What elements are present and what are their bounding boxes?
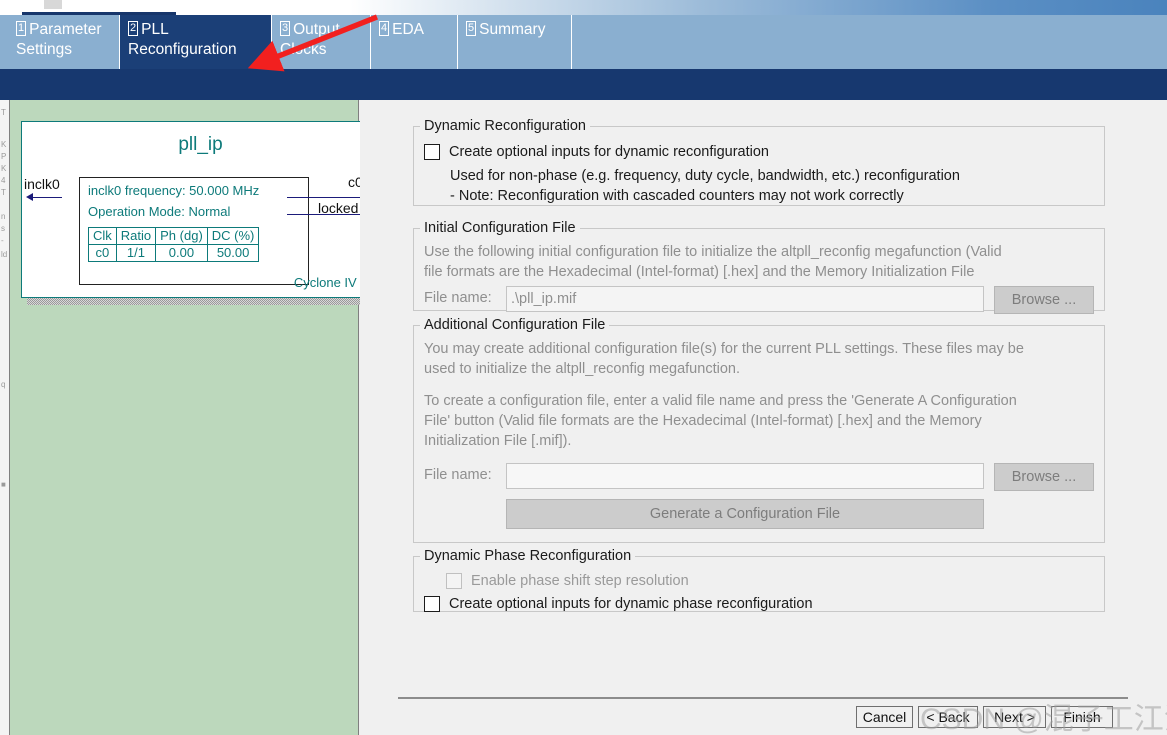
tabbar-filler: [572, 15, 1167, 69]
additional-config-p1-line2: used to initialize the altpll_reconfig m…: [424, 361, 740, 377]
additional-config-p1-line1: You may create additional configuration …: [424, 341, 1024, 357]
tab-number-1: 1: [16, 21, 27, 36]
initial-config-desc-1: Use the following initial configuration …: [424, 244, 1002, 260]
cell-ratio: 1/1: [115, 244, 157, 262]
cancel-button[interactable]: Cancel: [856, 706, 913, 728]
finish-button[interactable]: Finish: [1051, 706, 1113, 728]
wire-inclk0: [28, 197, 62, 198]
additional-config-p2-line1: To create a configuration file, enter a …: [424, 393, 1017, 409]
group-legend-additional-configuration-file: Additional Configuration File: [424, 317, 606, 333]
initial-config-file-name-input[interactable]: .\pll_ip.mif: [506, 286, 984, 312]
wizard-window: 1 Parameter Settings 2 PLL Reconfiguration…: [0, 0, 1167, 735]
cell-phase: 0.00: [155, 244, 208, 262]
pll-symbol-title: pll_ip: [178, 134, 223, 155]
checkbox-create-optional-inputs[interactable]: [424, 144, 440, 160]
additional-config-file-name-label: File name:: [424, 467, 492, 483]
left-edge-strip: T K P K 4 T n s - ld q ■: [0, 100, 10, 735]
group-initial-configuration-file: Initial Configuration File Use the follo…: [413, 220, 1105, 314]
col-duty-cycle: DC (%): [206, 227, 260, 245]
col-clk: Clk: [88, 227, 117, 245]
group-legend-dynamic-phase-reconfiguration: Dynamic Phase Reconfiguration: [424, 548, 632, 564]
initial-config-browse-button[interactable]: Browse ...: [994, 286, 1094, 314]
arrow-inclk0-icon: [26, 193, 33, 201]
additional-config-p2-line2: File' button (Valid file formats are the…: [424, 413, 982, 429]
additional-config-file-name-input[interactable]: [506, 463, 984, 489]
header-navy-band: [0, 69, 1167, 100]
tab-eda[interactable]: 4 EDA: [371, 15, 458, 69]
back-button[interactable]: < Back: [918, 706, 978, 728]
additional-config-browse-button[interactable]: Browse ...: [994, 463, 1094, 491]
tab-number-3: 3: [280, 21, 291, 36]
group-dynamic-reconfiguration: Dynamic Reconfiguration Create optional …: [413, 118, 1105, 206]
group-legend-initial-configuration-file: Initial Configuration File: [424, 220, 576, 236]
pll-clock-table: Clk Ratio Ph (dg) DC (%) c0 1/1 0.00 50.…: [88, 227, 260, 262]
checkbox-enable-phase-shift-step-label: Enable phase shift step resolution: [471, 573, 689, 589]
cell-clk: c0: [88, 244, 117, 262]
cell-duty-cycle: 50.00: [206, 244, 260, 262]
pll-inclk-frequency: inclk0 frequency: 50.000 MHz: [88, 183, 260, 198]
dynamic-reconfig-note-1: Used for non-phase (e.g. frequency, duty…: [450, 168, 960, 184]
title-corner-mark: [44, 0, 62, 9]
group-legend-dynamic-reconfiguration: Dynamic Reconfiguration: [424, 118, 586, 134]
tab-label-5: Summary: [479, 21, 546, 38]
checkbox-create-optional-inputs-row[interactable]: Create optional inputs for dynamic recon…: [424, 144, 769, 160]
tab-label-4: EDA: [392, 21, 424, 38]
pll-operation-mode: Operation Mode: Normal: [88, 204, 231, 219]
tab-label-1: Parameter Settings: [16, 21, 102, 58]
tab-label-2: PLL Reconfiguration: [128, 21, 237, 58]
tab-pll-reconfiguration[interactable]: 2 PLL Reconfiguration: [120, 15, 272, 69]
tab-number-4: 4: [379, 21, 390, 36]
tab-number-5: 5: [466, 21, 477, 36]
wizard-tabbar: 1 Parameter Settings 2 PLL Reconfiguration…: [0, 15, 1167, 69]
checkbox-enable-phase-shift-step-row: Enable phase shift step resolution: [446, 573, 689, 589]
checkbox-enable-phase-shift-step: [446, 573, 462, 589]
group-dynamic-phase-reconfiguration: Dynamic Phase Reconfiguration Enable pha…: [413, 548, 1105, 612]
settings-panel: Dynamic Reconfiguration Create optional …: [360, 100, 1167, 735]
checkbox-create-phase-inputs-row[interactable]: Create optional inputs for dynamic phase…: [424, 596, 813, 612]
additional-config-p2-line3: Initialization File [.mif]).: [424, 433, 572, 449]
tab-parameter-settings[interactable]: 1 Parameter Settings: [8, 15, 120, 69]
col-ratio: Ratio: [115, 227, 157, 245]
group-additional-configuration-file: Additional Configuration File You may cr…: [413, 317, 1105, 543]
pll-device-family: Cyclone IV E: [293, 275, 369, 290]
port-label-inclk0: inclk0: [24, 176, 60, 192]
checkbox-create-phase-inputs-label: Create optional inputs for dynamic phase…: [449, 596, 813, 612]
dynamic-reconfig-note-2: - Note: Reconfiguration with cascaded co…: [450, 188, 904, 204]
tab-output-clocks[interactable]: 3 Output Clocks: [272, 15, 371, 69]
initial-config-file-name-label: File name:: [424, 290, 492, 306]
pll-symbol-detail-box: inclk0 frequency: 50.000 MHz Operation M…: [79, 177, 309, 285]
initial-config-desc-2: file formats are the Hexadecimal (Intel-…: [424, 264, 975, 280]
checkbox-create-optional-inputs-label: Create optional inputs for dynamic recon…: [449, 144, 769, 160]
footer-divider: [398, 697, 1128, 699]
col-phase: Ph (dg): [155, 227, 208, 245]
generate-configuration-file-button[interactable]: Generate a Configuration File: [506, 499, 984, 529]
table-header-row: Clk Ratio Ph (dg) DC (%): [88, 227, 260, 245]
tab-summary[interactable]: 5 Summary: [458, 15, 572, 69]
next-button[interactable]: Next >: [983, 706, 1046, 728]
tab-number-2: 2: [128, 21, 139, 36]
checkbox-create-phase-inputs[interactable]: [424, 596, 440, 612]
table-row: c0 1/1 0.00 50.00: [88, 244, 260, 262]
